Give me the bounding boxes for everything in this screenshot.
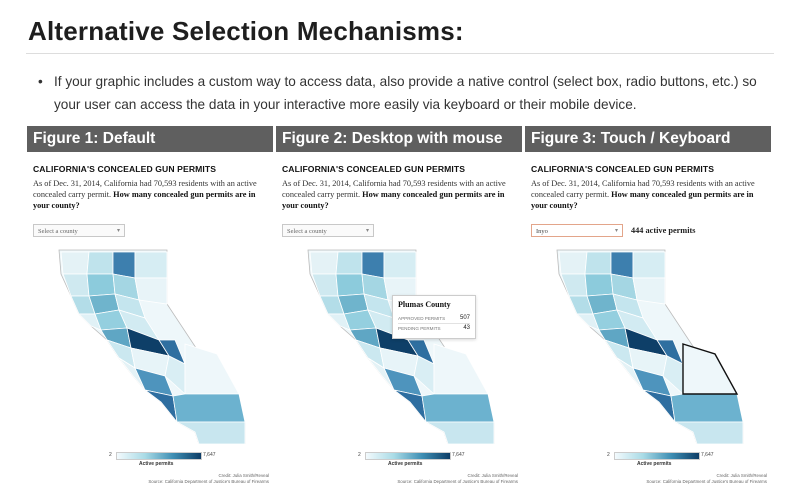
- chart-description: As of Dec. 31, 2014, California had 70,5…: [531, 178, 767, 211]
- county-select-value: Inyo: [536, 228, 548, 235]
- pending-label: PENDING PERMITS: [398, 326, 441, 331]
- chart-headline: CALIFORNIA'S CONCEALED GUN PERMITS: [282, 164, 466, 174]
- chevron-down-icon: ▾: [116, 228, 120, 234]
- chart-description: As of Dec. 31, 2014, California had 70,5…: [33, 178, 269, 211]
- pending-value: 43: [463, 325, 470, 331]
- county-select[interactable]: Select a county ▾: [33, 224, 125, 237]
- legend-max: 7,647: [452, 452, 465, 458]
- legend-max: 7,647: [203, 452, 216, 458]
- bullet-point: • If your graphic includes a custom way …: [38, 70, 778, 116]
- legend-color-scale: [116, 452, 202, 460]
- chevron-down-icon: ▾: [365, 228, 369, 234]
- figure-default: Figure 1: Default CALIFORNIA'S CONCEALED…: [27, 126, 273, 499]
- county-select[interactable]: Select a county ▾: [282, 224, 374, 237]
- county-select-value: Select a county: [287, 228, 327, 235]
- legend-min: 2: [607, 452, 610, 458]
- source-text: Source: California Department of Justice…: [646, 479, 767, 484]
- figure-header: Figure 3: Touch / Keyboard: [525, 126, 771, 152]
- bullet-dot-icon: •: [38, 74, 43, 89]
- source-text: Source: California Department of Justice…: [397, 479, 518, 484]
- legend-max: 7,647: [701, 452, 714, 458]
- tooltip-approved-row: APPROVED PERMITS 507: [398, 315, 470, 321]
- legend-min: 2: [109, 452, 112, 458]
- slide-title: Alternative Selection Mechanisms:: [28, 16, 464, 46]
- credit-line: Credit: Julia Smith/Reveal Source: Calif…: [397, 473, 518, 485]
- county-tooltip: Plumas County APPROVED PERMITS 507 PENDI…: [392, 295, 476, 339]
- legend-color-scale: [614, 452, 700, 460]
- california-county-map[interactable]: [49, 244, 249, 444]
- bullet-text: If your graphic includes a custom way to…: [54, 74, 757, 112]
- chevron-down-icon: ▾: [614, 228, 618, 234]
- approved-label: APPROVED PERMITS: [398, 316, 446, 321]
- county-select[interactable]: Inyo ▾: [531, 224, 623, 237]
- chart-description: As of Dec. 31, 2014, California had 70,5…: [282, 178, 518, 211]
- figure-header: Figure 2: Desktop with mouse: [276, 126, 522, 152]
- tooltip-pending-row: PENDING PERMITS 43: [398, 325, 470, 331]
- title-divider: [26, 53, 774, 54]
- figure-header: Figure 1: Default: [27, 126, 273, 152]
- california-county-map[interactable]: [298, 244, 498, 444]
- legend-label: Active permits: [139, 461, 174, 467]
- credit-line: Credit: Julia Smith/Reveal Source: Calif…: [646, 473, 767, 485]
- figure-touch-keyboard: Figure 3: Touch / Keyboard CALIFORNIA'S …: [525, 126, 771, 499]
- legend-color-scale: [365, 452, 451, 460]
- california-county-map[interactable]: [547, 244, 747, 444]
- tooltip-county-name: Plumas County: [398, 300, 451, 309]
- legend-min: 2: [358, 452, 361, 458]
- credit-line: Credit: Julia Smith/Reveal Source: Calif…: [148, 473, 269, 485]
- approved-value: 507: [459, 315, 470, 321]
- legend-label: Active permits: [388, 461, 423, 467]
- tooltip-divider: [398, 323, 470, 324]
- source-text: Source: California Department of Justice…: [148, 479, 269, 484]
- permit-count-readout: 444 active permits: [631, 226, 696, 235]
- figure-desktop-mouse: Figure 2: Desktop with mouse CALIFORNIA'…: [276, 126, 522, 499]
- legend-label: Active permits: [637, 461, 672, 467]
- chart-headline: CALIFORNIA'S CONCEALED GUN PERMITS: [33, 164, 217, 174]
- county-select-value: Select a county: [38, 228, 78, 235]
- chart-headline: CALIFORNIA'S CONCEALED GUN PERMITS: [531, 164, 715, 174]
